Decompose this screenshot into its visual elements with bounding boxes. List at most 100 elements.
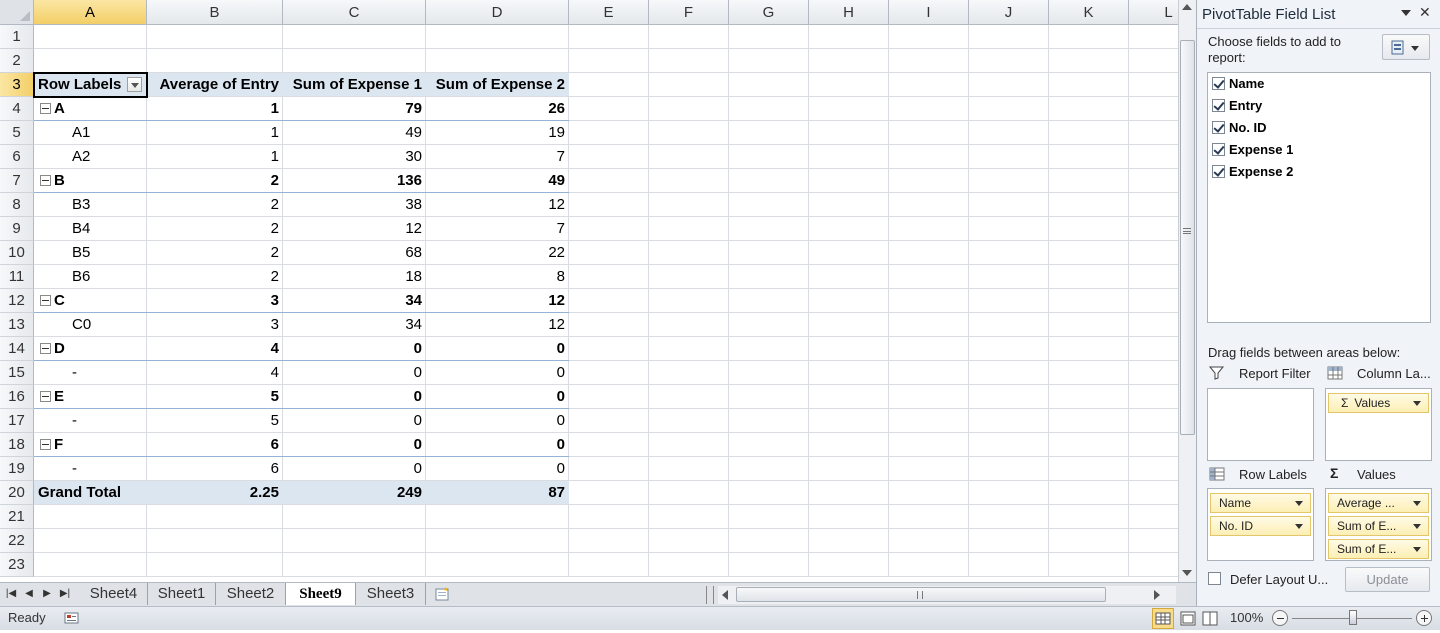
grid-cell[interactable] [34, 553, 147, 577]
select-all-corner[interactable] [0, 0, 34, 25]
grid-cell[interactable] [283, 505, 426, 529]
grid-cell[interactable] [729, 313, 809, 337]
pivot-value-cell[interactable]: 0 [283, 337, 426, 361]
sheet-tab[interactable]: Sheet3 [356, 583, 426, 605]
sheet-tab[interactable]: Sheet1 [148, 583, 216, 605]
pivot-value-cell[interactable]: 5 [147, 385, 283, 409]
pivot-value-cell[interactable]: 6 [147, 433, 283, 457]
zoom-level[interactable]: 100% [1230, 610, 1263, 625]
pivot-value-cell[interactable]: 68 [283, 241, 426, 265]
row-labels-area[interactable]: Name No. ID [1207, 488, 1314, 561]
pivot-column-header[interactable]: Sum of Expense 2 [426, 73, 569, 97]
grid-cell[interactable] [1049, 49, 1129, 73]
pivot-group-label[interactable]: B [34, 169, 147, 193]
grid-cell[interactable] [1049, 409, 1129, 433]
column-header[interactable]: A [34, 0, 147, 25]
grid-cell[interactable] [889, 337, 969, 361]
grid-cell[interactable] [729, 193, 809, 217]
grid-cell[interactable] [569, 49, 649, 73]
value-field-pill[interactable]: Sum of E... [1328, 539, 1429, 559]
grid-cell[interactable] [889, 145, 969, 169]
pivot-value-cell[interactable]: 0 [283, 385, 426, 409]
grid-cell[interactable] [34, 25, 147, 49]
pivot-value-cell[interactable]: 0 [283, 409, 426, 433]
row-header[interactable]: 5 [0, 121, 34, 145]
pivot-value-cell[interactable]: 4 [147, 337, 283, 361]
grid-cell[interactable] [729, 361, 809, 385]
grid-cell[interactable] [569, 457, 649, 481]
grid-cell[interactable] [34, 529, 147, 553]
column-header[interactable]: C [283, 0, 426, 25]
pane-options-icon[interactable] [1401, 10, 1411, 16]
grid-cell[interactable] [1049, 73, 1129, 97]
grid-cell[interactable] [649, 361, 729, 385]
grid-cell[interactable] [649, 241, 729, 265]
collapse-icon[interactable] [40, 103, 51, 114]
grid-cell[interactable] [889, 49, 969, 73]
grid-cell[interactable] [649, 193, 729, 217]
grid-cell[interactable] [729, 49, 809, 73]
grid-cell[interactable] [1129, 433, 1178, 457]
grid-cell[interactable] [147, 553, 283, 577]
collapse-icon[interactable] [40, 343, 51, 354]
pivot-value-cell[interactable]: 2 [147, 169, 283, 193]
grid-cell[interactable] [283, 529, 426, 553]
grid-cell[interactable] [969, 553, 1049, 577]
column-header[interactable]: F [649, 0, 729, 25]
grid-cell[interactable] [569, 241, 649, 265]
grid-cell[interactable] [889, 553, 969, 577]
grid-cell[interactable] [1129, 193, 1178, 217]
grid-cell[interactable] [809, 529, 889, 553]
page-layout-view-icon[interactable] [1178, 609, 1198, 628]
grid-cell[interactable] [729, 409, 809, 433]
grid-cell[interactable] [729, 217, 809, 241]
field-name[interactable]: Name [1229, 76, 1264, 91]
grid-cell[interactable] [569, 169, 649, 193]
grid-cell[interactable] [1049, 265, 1129, 289]
grid-cell[interactable] [969, 433, 1049, 457]
grid-cell[interactable] [729, 241, 809, 265]
row-field-pill[interactable]: No. ID [1210, 516, 1311, 536]
column-header[interactable]: B [147, 0, 283, 25]
grid-cell[interactable] [34, 505, 147, 529]
grid-cell[interactable] [969, 337, 1049, 361]
pivot-column-header[interactable]: Average of Entry [147, 73, 283, 97]
grid-cell[interactable] [889, 457, 969, 481]
pivot-item-label[interactable]: - [34, 457, 147, 481]
pivot-group-label[interactable]: C [34, 289, 147, 313]
grid-cell[interactable] [1129, 217, 1178, 241]
grid-cell[interactable] [649, 385, 729, 409]
grid-cell[interactable] [969, 49, 1049, 73]
grid-cell[interactable] [889, 217, 969, 241]
grid-cell[interactable] [1049, 121, 1129, 145]
pivot-value-cell[interactable]: 0 [283, 433, 426, 457]
grid-cell[interactable] [809, 481, 889, 505]
spreadsheet-grid[interactable]: ABCDEFGHIJKL 1 2 3 4 5 6 7 8 9 10 11 12 13 14 15 16 17 18… [0, 0, 1178, 582]
grid-cell[interactable] [1049, 145, 1129, 169]
row-header[interactable]: 7 [0, 169, 34, 193]
grid-cell[interactable] [569, 265, 649, 289]
grid-cell[interactable] [1049, 481, 1129, 505]
row-header[interactable]: 18 [0, 433, 34, 457]
pivot-value-cell[interactable]: 30 [283, 145, 426, 169]
pivot-value-cell[interactable]: 12 [426, 193, 569, 217]
pivot-value-cell[interactable]: 34 [283, 289, 426, 313]
zoom-out-icon[interactable] [1272, 610, 1288, 626]
pivot-value-cell[interactable]: 1 [147, 121, 283, 145]
row-header[interactable]: 2 [0, 49, 34, 73]
grid-cell[interactable] [1049, 385, 1129, 409]
grid-cell[interactable] [649, 553, 729, 577]
grid-cell[interactable] [1129, 337, 1178, 361]
grid-cell[interactable] [649, 97, 729, 121]
field-checkbox[interactable] [1212, 143, 1225, 156]
grid-cell[interactable] [1129, 97, 1178, 121]
pivot-item-label[interactable]: A2 [34, 145, 147, 169]
pivot-item-label[interactable]: - [34, 361, 147, 385]
grid-cell[interactable] [1129, 457, 1178, 481]
pivot-item-label[interactable]: B4 [34, 217, 147, 241]
pivot-value-cell[interactable]: 7 [426, 145, 569, 169]
grid-cell[interactable] [569, 553, 649, 577]
grid-cell[interactable] [426, 505, 569, 529]
scroll-down-icon[interactable] [1182, 570, 1192, 576]
grid-cell[interactable] [1129, 289, 1178, 313]
